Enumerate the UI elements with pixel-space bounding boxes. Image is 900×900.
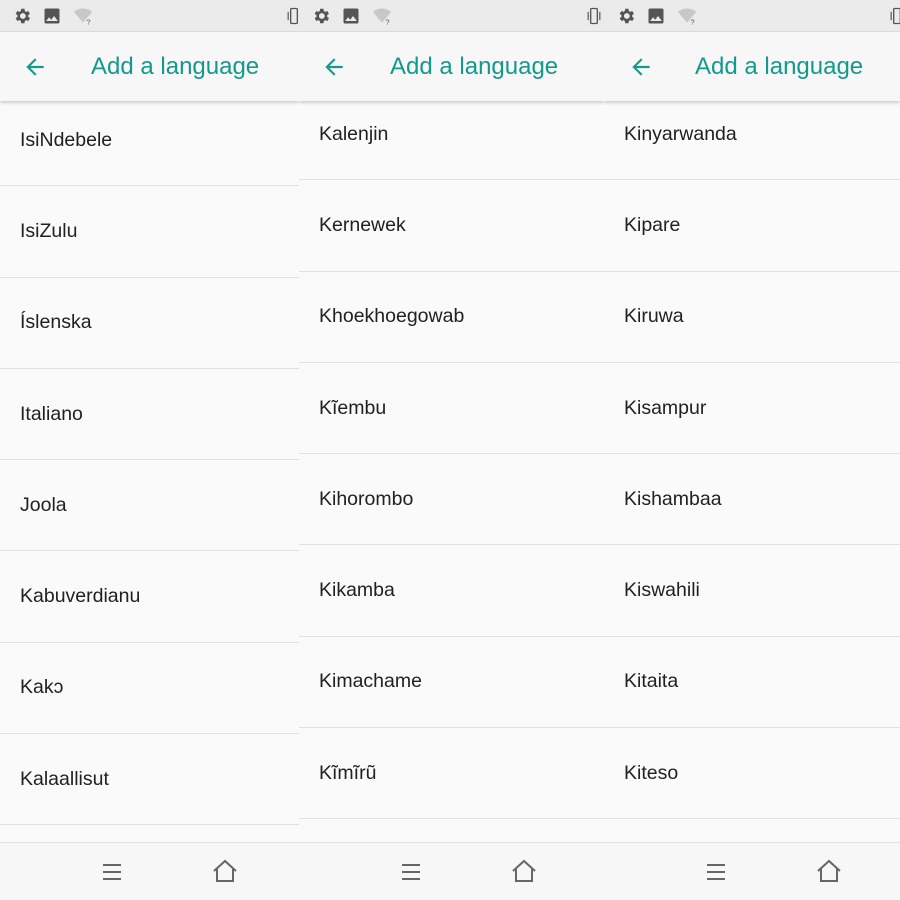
language-item[interactable]: Íslenska (0, 277, 299, 369)
language-list: Kalenjin Kernewek Khoekhoegowab Kĩembu K… (299, 89, 604, 842)
language-item[interactable]: IsiZulu (0, 186, 299, 278)
language-label: Kihorombo (319, 487, 414, 510)
language-item[interactable]: Kiruwa (604, 271, 900, 363)
language-item[interactable]: Kimachame (299, 636, 604, 729)
language-label: Kimachame (319, 670, 422, 693)
vibrate-icon (587, 7, 601, 25)
language-item[interactable]: Kitaita (604, 636, 900, 729)
page-title: Add a language (695, 53, 864, 80)
language-item[interactable]: Kĩmĩrũ (299, 728, 604, 820)
home-icon[interactable] (510, 857, 538, 885)
language-label: IsiNdebele (20, 128, 113, 151)
language-label: Kiswahili (624, 579, 700, 602)
language-item[interactable]: IsiNdebele (0, 95, 299, 187)
language-label: IsiZulu (20, 219, 78, 242)
wifi-unknown-icon: ? (372, 8, 392, 26)
language-label: Kernewek (319, 213, 406, 236)
language-list: IsiNdebele IsiZulu Íslenska Italiano Joo… (0, 95, 299, 842)
language-label: Kishambaa (624, 487, 722, 510)
language-item[interactable]: Kihorombo (299, 454, 604, 546)
app-bar: Add a language (299, 32, 604, 101)
language-label: Kalaallisut (20, 767, 109, 790)
svg-text:?: ? (86, 17, 90, 26)
menu-icon[interactable] (101, 862, 123, 882)
gear-icon (15, 8, 30, 24)
language-item[interactable]: Kipare (604, 180, 900, 272)
page-title: Add a language (91, 53, 260, 80)
language-label: Kiruwa (624, 305, 684, 328)
status-bar: ? (604, 0, 900, 32)
language-label: Kinyarwanda (624, 122, 737, 145)
language-item[interactable]: Khoekhoegowab (299, 271, 604, 363)
language-item[interactable]: Kishambaa (604, 454, 900, 546)
language-item[interactable]: Joola (0, 460, 299, 552)
language-item[interactable]: Kikamba (299, 545, 604, 637)
page-title: Add a language (390, 53, 559, 80)
phone-screen-1: ? Add a language IsiNdebele IsiZulu Ísle… (0, 0, 299, 900)
wifi-unknown-icon: ? (677, 8, 697, 26)
language-label: Joola (20, 493, 67, 516)
language-item[interactable]: Kisampur (604, 362, 900, 455)
navigation-bar (604, 842, 900, 900)
back-arrow-icon[interactable] (628, 54, 654, 80)
language-item[interactable]: Kiswahili (604, 545, 900, 637)
language-item[interactable]: Kabuverdianu (0, 551, 299, 643)
language-item[interactable]: Kalaallisut (0, 734, 299, 826)
language-item[interactable]: Kiteso (604, 728, 900, 820)
back-arrow-icon[interactable] (321, 54, 347, 80)
language-list: Kinyarwanda Kipare Kiruwa Kisampur Kisha… (604, 89, 900, 842)
language-item[interactable]: Kernewek (299, 180, 604, 272)
gear-icon (619, 8, 634, 24)
svg-text:?: ? (690, 17, 694, 26)
phone-screen-2: ? Add a language Kalenjin Kernewek Khoek… (299, 0, 604, 900)
menu-icon[interactable] (400, 862, 422, 882)
navigation-bar (299, 842, 604, 900)
phone-screen-3: ? Add a language Kinyarwanda Kipare Kiru… (604, 0, 900, 900)
app-bar: Add a language (604, 32, 900, 101)
image-icon (44, 8, 60, 24)
language-item[interactable]: Kakɔ (0, 642, 299, 735)
language-label: Kikamba (319, 579, 395, 602)
language-label: Italiano (20, 402, 83, 425)
wifi-unknown-icon: ? (73, 8, 93, 26)
language-label: Khoekhoegowab (319, 305, 465, 328)
status-bar: ? (0, 0, 299, 32)
language-label: Kiteso (624, 761, 679, 784)
language-item[interactable]: Kinyarwanda (604, 89, 900, 181)
gear-icon (314, 8, 329, 24)
language-item[interactable]: Kalenjin (299, 89, 604, 181)
language-label: Kipare (624, 213, 681, 236)
navigation-bar (0, 842, 299, 900)
svg-text:?: ? (385, 17, 389, 26)
image-icon (648, 8, 664, 24)
language-label: Kakɔ (20, 676, 64, 699)
back-arrow-icon[interactable] (22, 54, 48, 80)
language-label: Kabuverdianu (20, 585, 141, 608)
language-label: Kĩembu (319, 396, 387, 419)
menu-icon[interactable] (705, 862, 727, 882)
language-label: Kitaita (624, 670, 679, 693)
status-bar: ? (299, 0, 604, 32)
language-label: Kisampur (624, 396, 707, 419)
language-item[interactable]: Italiano (0, 368, 299, 461)
language-label: Kalenjin (319, 122, 389, 145)
language-label: Kĩmĩrũ (319, 761, 377, 784)
language-label: Íslenska (20, 311, 92, 334)
home-icon[interactable] (815, 857, 843, 885)
vibrate-icon (890, 7, 900, 25)
home-icon[interactable] (211, 857, 239, 885)
app-bar: Add a language (0, 32, 299, 101)
image-icon (343, 8, 359, 24)
language-item[interactable]: Kĩembu (299, 362, 604, 455)
vibrate-icon (287, 7, 298, 25)
